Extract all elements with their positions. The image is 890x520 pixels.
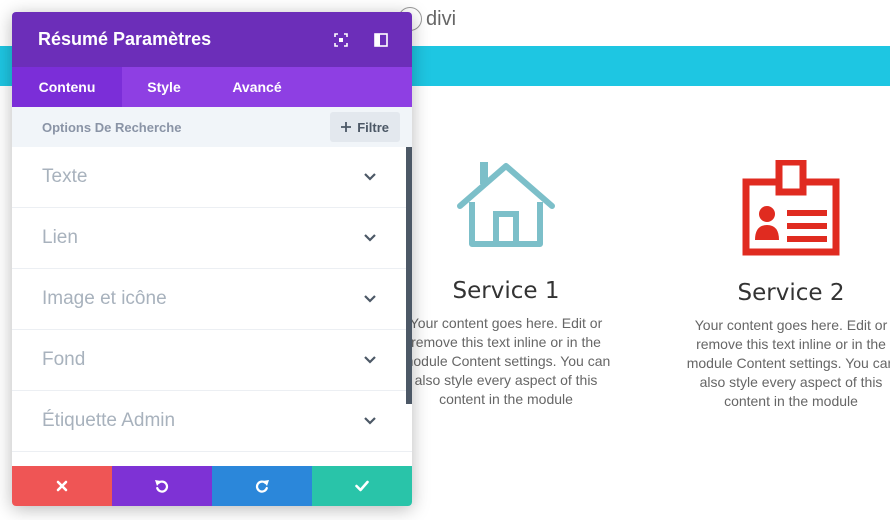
section-link[interactable]: Lien <box>12 208 412 269</box>
close-icon <box>56 480 68 492</box>
section-admin-label[interactable]: Étiquette Admin <box>12 391 412 452</box>
filter-button[interactable]: Filtre <box>330 112 400 142</box>
section-label: Lien <box>42 227 78 248</box>
service-title: Service 1 <box>452 278 560 304</box>
panel-header[interactable]: Résumé Paramètres <box>12 12 412 67</box>
undo-button[interactable] <box>112 466 212 506</box>
tab-content[interactable]: Contenu <box>12 67 122 107</box>
expand-icon <box>334 32 348 47</box>
settings-sections: Texte Lien Image et icône Fond Étiquette… <box>12 147 412 466</box>
expand-button[interactable] <box>330 29 352 51</box>
service-blurb-1: Service 1 Your content goes here. Edit o… <box>391 160 621 409</box>
check-icon <box>355 480 369 492</box>
site-logo-text: divi <box>426 7 457 30</box>
panel-footer <box>12 466 412 506</box>
section-label: Texte <box>42 166 88 187</box>
chevron-down-icon <box>364 356 376 364</box>
section-image-icon[interactable]: Image et icône <box>12 269 412 330</box>
section-label: Étiquette Admin <box>42 410 176 431</box>
cancel-button[interactable] <box>12 466 112 506</box>
undo-icon <box>155 480 169 493</box>
service-description: Your content goes here. Edit or remove t… <box>401 315 611 407</box>
redo-icon <box>255 480 269 493</box>
house-icon <box>457 162 555 247</box>
plus-icon <box>341 122 352 132</box>
section-label: Image et icône <box>42 288 167 309</box>
chevron-down-icon <box>364 173 376 181</box>
module-settings-panel: Résumé Paramètres Contenu Style Avancé O… <box>12 12 412 506</box>
sidebar-layout-button[interactable] <box>370 29 392 51</box>
redo-button[interactable] <box>212 466 312 506</box>
panel-title: Résumé Paramètres <box>38 29 212 49</box>
panel-tabs: Contenu Style Avancé <box>12 67 412 107</box>
options-search-row: Options De Recherche Filtre <box>12 107 412 147</box>
tab-advanced[interactable]: Avancé <box>206 67 308 107</box>
tab-style[interactable]: Style <box>122 67 206 107</box>
sidebar-layout-icon <box>374 32 388 47</box>
service-description: Your content goes here. Edit or remove t… <box>686 317 890 409</box>
section-text[interactable]: Texte <box>12 147 412 208</box>
section-background[interactable]: Fond <box>12 330 412 391</box>
service-title: Service 2 <box>737 280 845 306</box>
id-badge-icon <box>742 160 840 256</box>
search-options-field[interactable]: Options De Recherche <box>42 120 330 135</box>
save-button[interactable] <box>312 466 412 506</box>
chevron-down-icon <box>364 295 376 303</box>
chevron-down-icon <box>364 417 376 425</box>
service-blurb-2: Service 2 Your content goes here. Edit o… <box>676 160 890 411</box>
panel-scrollbar[interactable] <box>406 147 412 404</box>
chevron-down-icon <box>364 234 376 242</box>
section-label: Fond <box>42 349 86 370</box>
filter-label: Filtre <box>357 119 389 135</box>
